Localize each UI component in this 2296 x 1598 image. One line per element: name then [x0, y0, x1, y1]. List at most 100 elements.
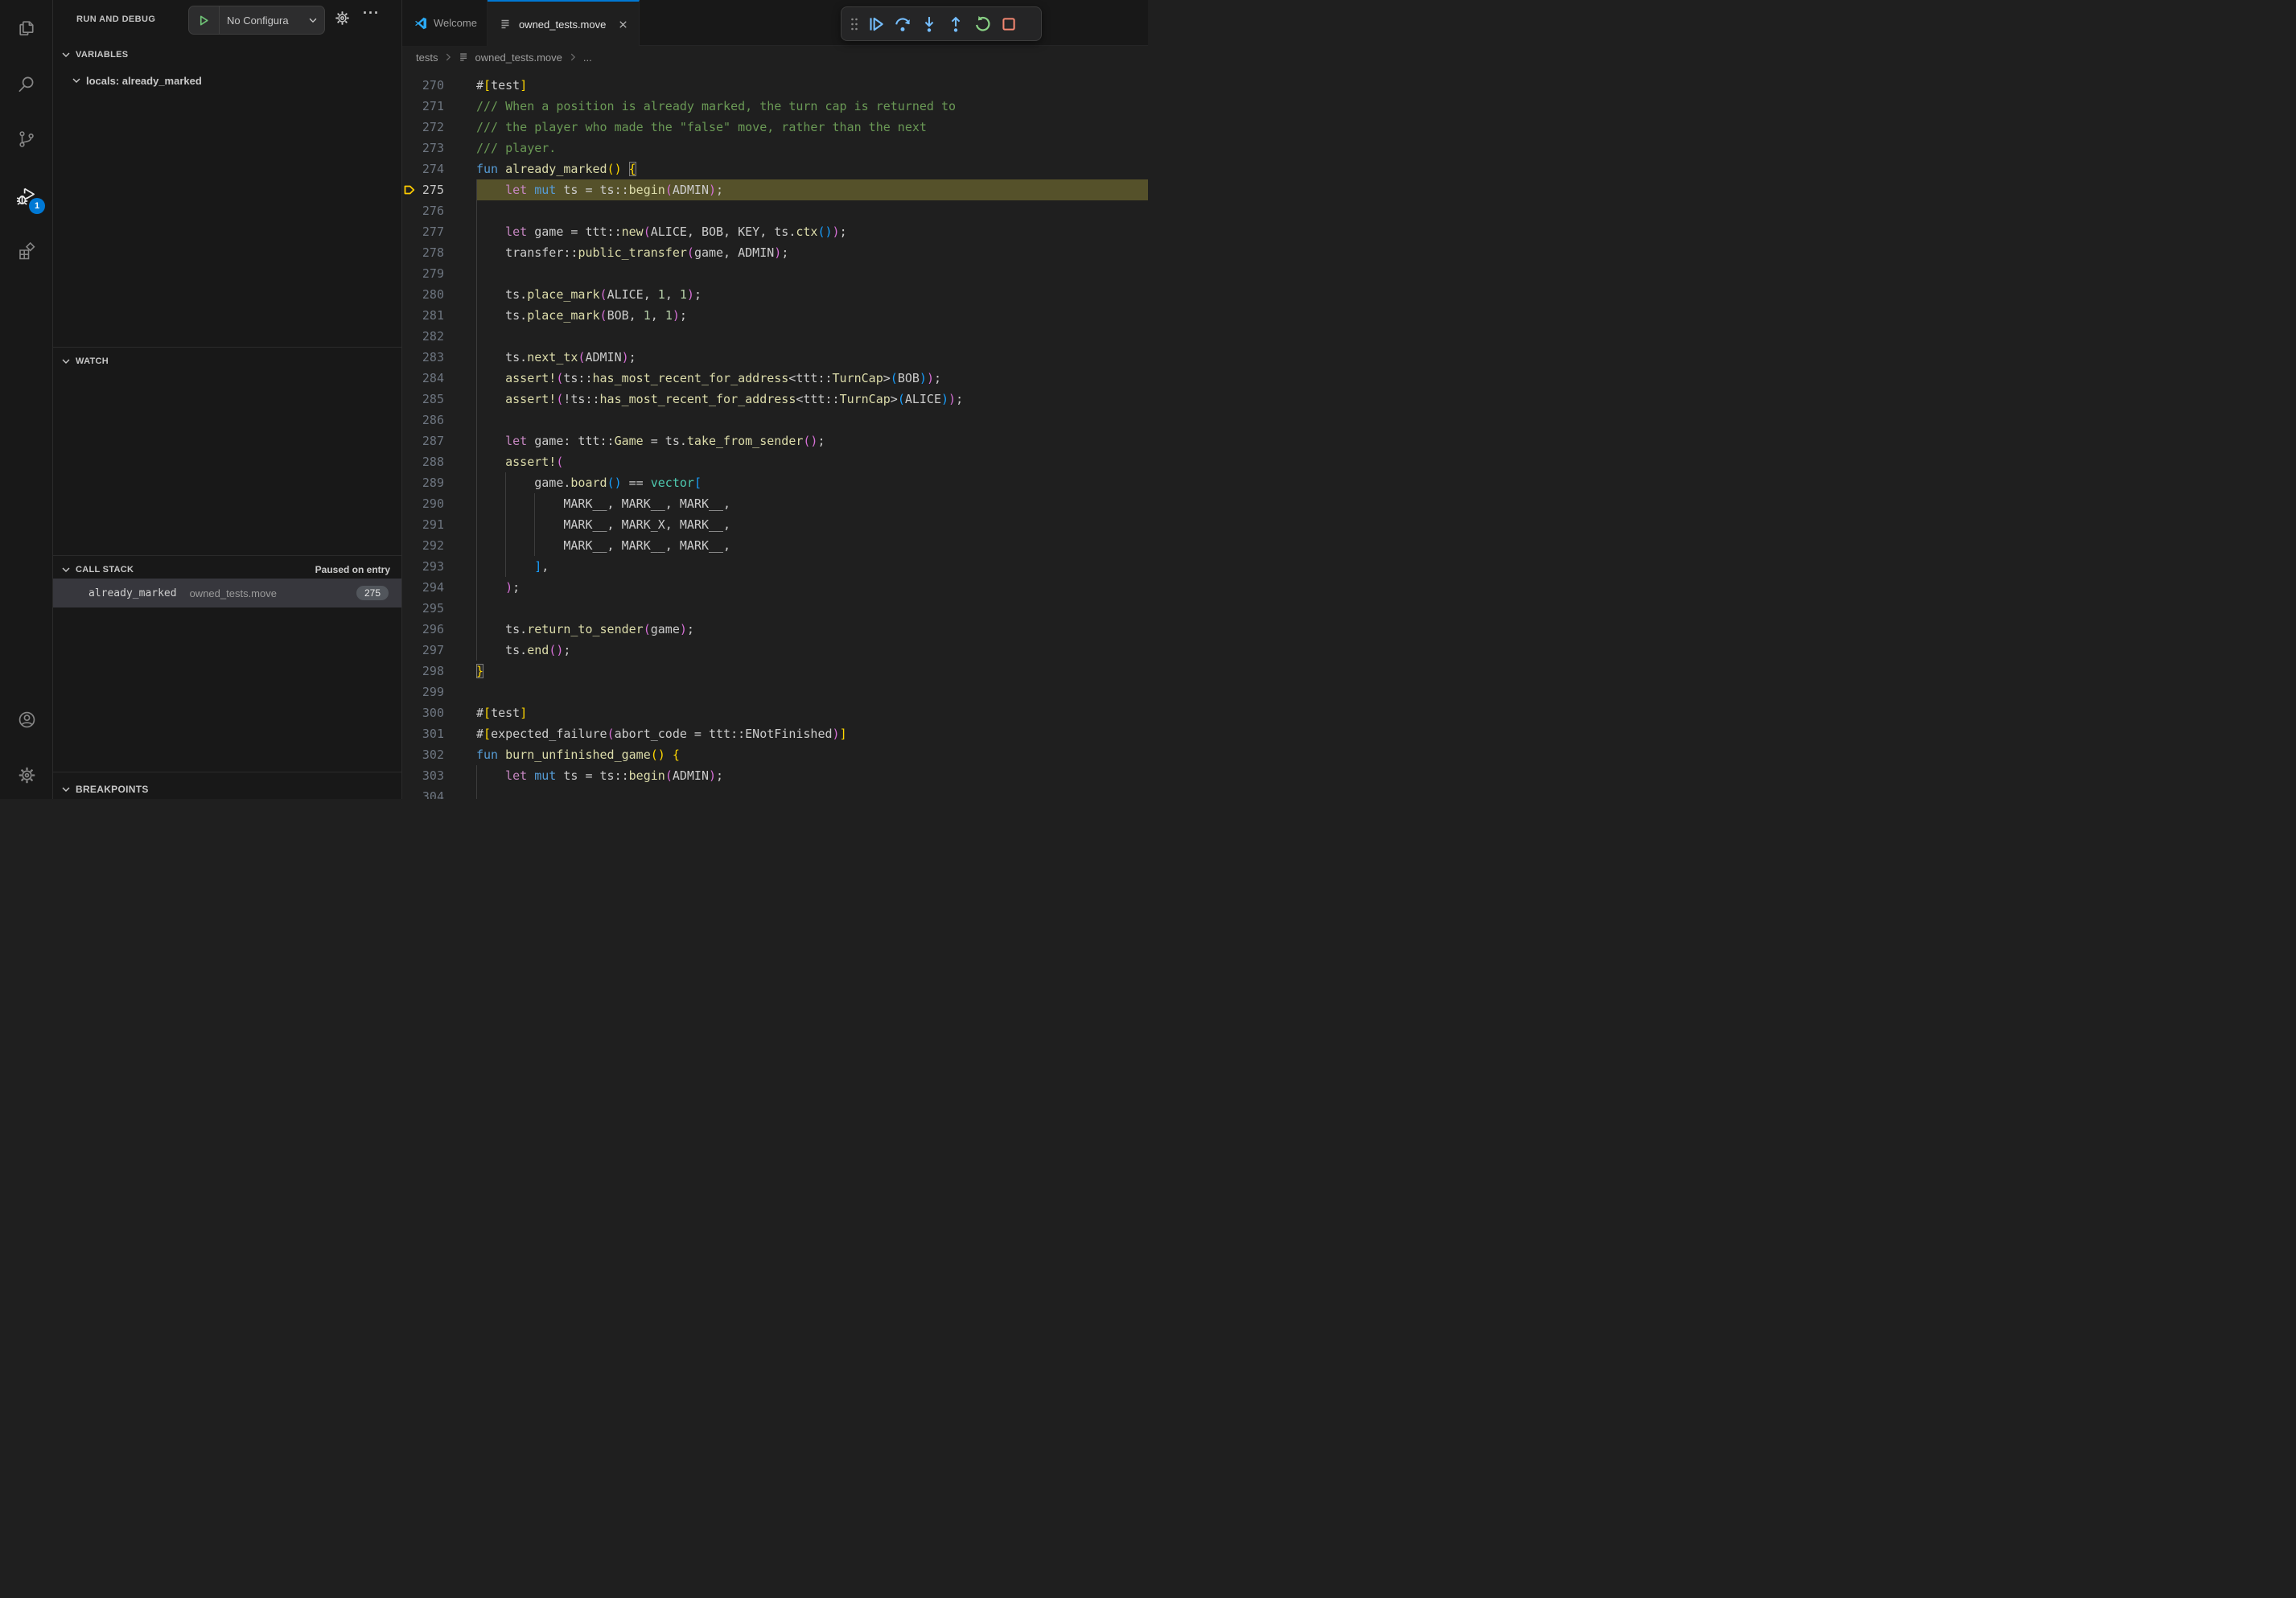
code-line-283[interactable]: 283 ts.next_tx(ADMIN); — [402, 347, 1148, 368]
code-line-content[interactable]: MARK__, MARK__, MARK__, — [476, 493, 1148, 514]
breakpoint-gutter[interactable] — [402, 451, 417, 472]
breakpoint-gutter[interactable] — [402, 389, 417, 410]
code-line-content[interactable] — [476, 598, 1148, 619]
code-line-content[interactable]: /// When a position is already marked, t… — [476, 96, 1148, 117]
gutter[interactable]: 290 — [402, 493, 444, 514]
code-line-299[interactable]: 299 — [402, 682, 1148, 702]
code-line-content[interactable]: ], — [476, 556, 1148, 577]
debug-current-line-marker[interactable] — [402, 179, 417, 200]
extensions-icon[interactable] — [0, 233, 53, 271]
breakpoint-gutter[interactable] — [402, 535, 417, 556]
account-icon[interactable] — [0, 700, 53, 739]
code-line-280[interactable]: 280 ts.place_mark(ALICE, 1, 1); — [402, 284, 1148, 305]
code-line-content[interactable]: ts.end(); — [476, 640, 1148, 661]
variables-scope-row[interactable]: locals: already_marked — [53, 72, 401, 89]
code-line-content[interactable] — [476, 786, 1148, 799]
code-line-277[interactable]: 277 let game = ttt::new(ALICE, BOB, KEY,… — [402, 221, 1148, 242]
gutter[interactable]: 275 — [402, 179, 444, 200]
breakpoint-gutter[interactable] — [402, 221, 417, 242]
code-line-content[interactable]: game.board() == vector[ — [476, 472, 1148, 493]
code-line-302[interactable]: 302fun burn_unfinished_game() { — [402, 744, 1148, 765]
gutter[interactable]: 288 — [402, 451, 444, 472]
code-line-content[interactable]: let mut ts = ts::begin(ADMIN); — [476, 765, 1148, 786]
code-line-content[interactable]: ts.place_mark(ALICE, 1, 1); — [476, 284, 1148, 305]
breakpoint-gutter[interactable] — [402, 682, 417, 702]
breakpoint-gutter[interactable] — [402, 159, 417, 179]
code-line-294[interactable]: 294 ); — [402, 577, 1148, 598]
gutter[interactable]: 284 — [402, 368, 444, 389]
breakpoint-gutter[interactable] — [402, 284, 417, 305]
breakpoint-gutter[interactable] — [402, 619, 417, 640]
code-line-content[interactable]: ts.place_mark(BOB, 1, 1); — [476, 305, 1148, 326]
gutter[interactable]: 281 — [402, 305, 444, 326]
gutter[interactable]: 300 — [402, 702, 444, 723]
breakpoint-gutter[interactable] — [402, 138, 417, 159]
debug-configuration-dropdown[interactable]: No Configura — [188, 6, 325, 35]
breadcrumb-folder[interactable]: tests — [416, 51, 438, 64]
code-line-content[interactable]: /// the player who made the "false" move… — [476, 117, 1148, 138]
step-out-button[interactable] — [945, 14, 966, 35]
explorer-icon[interactable] — [0, 9, 53, 47]
breakpoint-gutter[interactable] — [402, 723, 417, 744]
code-line-287[interactable]: 287 let game: ttt::Game = ts.take_from_s… — [402, 430, 1148, 451]
code-line-content[interactable]: fun already_marked() { — [476, 159, 1148, 179]
code-line-276[interactable]: 276 — [402, 200, 1148, 221]
gutter[interactable]: 283 — [402, 347, 444, 368]
code-line-content[interactable]: let game: ttt::Game = ts.take_from_sende… — [476, 430, 1148, 451]
gutter[interactable]: 279 — [402, 263, 444, 284]
breakpoint-gutter[interactable] — [402, 326, 417, 347]
breakpoint-gutter[interactable] — [402, 200, 417, 221]
gutter[interactable]: 299 — [402, 682, 444, 702]
gutter[interactable]: 285 — [402, 389, 444, 410]
breakpoint-gutter[interactable] — [402, 702, 417, 723]
breakpoint-gutter[interactable] — [402, 640, 417, 661]
start-debugging-button[interactable] — [189, 6, 220, 34]
breakpoint-gutter[interactable] — [402, 430, 417, 451]
gutter[interactable]: 286 — [402, 410, 444, 430]
gutter[interactable]: 298 — [402, 661, 444, 682]
code-line-292[interactable]: 292 MARK__, MARK__, MARK__, — [402, 535, 1148, 556]
gutter[interactable]: 280 — [402, 284, 444, 305]
code-line-295[interactable]: 295 — [402, 598, 1148, 619]
code-line-content[interactable]: MARK__, MARK__, MARK__, — [476, 535, 1148, 556]
code-line-297[interactable]: 297 ts.end(); — [402, 640, 1148, 661]
code-line-content[interactable] — [476, 263, 1148, 284]
code-line-270[interactable]: 270#[test] — [402, 75, 1148, 96]
gutter[interactable]: 297 — [402, 640, 444, 661]
code-line-content[interactable]: assert!( — [476, 451, 1148, 472]
breakpoint-gutter[interactable] — [402, 368, 417, 389]
gutter[interactable]: 304 — [402, 786, 444, 799]
breakpoint-gutter[interactable] — [402, 75, 417, 96]
drag-handle-icon[interactable] — [849, 14, 860, 35]
code-line-275[interactable]: 275 let mut ts = ts::begin(ADMIN); — [402, 179, 1148, 200]
code-line-content[interactable]: assert!(ts::has_most_recent_for_address<… — [476, 368, 1148, 389]
breakpoint-gutter[interactable] — [402, 263, 417, 284]
run-and-debug-icon[interactable]: 1 — [0, 177, 53, 216]
tab-welcome[interactable]: Welcome — [402, 0, 488, 46]
code-line-content[interactable]: assert!(!ts::has_most_recent_for_address… — [476, 389, 1148, 410]
breakpoint-gutter[interactable] — [402, 493, 417, 514]
code-line-content[interactable]: #[test] — [476, 702, 1148, 723]
code-line-content[interactable]: /// player. — [476, 138, 1148, 159]
gutter[interactable]: 276 — [402, 200, 444, 221]
breadcrumb-symbol[interactable]: ... — [583, 51, 592, 64]
breakpoint-gutter[interactable] — [402, 96, 417, 117]
breakpoint-gutter[interactable] — [402, 556, 417, 577]
code-line-content[interactable]: ts.next_tx(ADMIN); — [476, 347, 1148, 368]
code-line-content[interactable]: transfer::public_transfer(game, ADMIN); — [476, 242, 1148, 263]
code-line-271[interactable]: 271/// When a position is already marked… — [402, 96, 1148, 117]
code-line-285[interactable]: 285 assert!(!ts::has_most_recent_for_add… — [402, 389, 1148, 410]
code-line-290[interactable]: 290 MARK__, MARK__, MARK__, — [402, 493, 1148, 514]
gutter[interactable]: 302 — [402, 744, 444, 765]
breakpoint-gutter[interactable] — [402, 765, 417, 786]
code-line-300[interactable]: 300 #[test] — [402, 702, 1148, 723]
code-line-296[interactable]: 296 ts.return_to_sender(game); — [402, 619, 1148, 640]
step-into-button[interactable] — [919, 14, 940, 35]
more-actions-icon[interactable]: ··· — [363, 5, 380, 22]
gutter[interactable]: 296 — [402, 619, 444, 640]
code-line-content[interactable] — [476, 682, 1148, 702]
tab-owned-tests-move[interactable]: owned_tests.move — [488, 0, 640, 47]
code-line-content[interactable]: let mut ts = ts::begin(ADMIN); — [476, 179, 1148, 200]
breakpoint-gutter[interactable] — [402, 786, 417, 799]
gutter[interactable]: 278 — [402, 242, 444, 263]
